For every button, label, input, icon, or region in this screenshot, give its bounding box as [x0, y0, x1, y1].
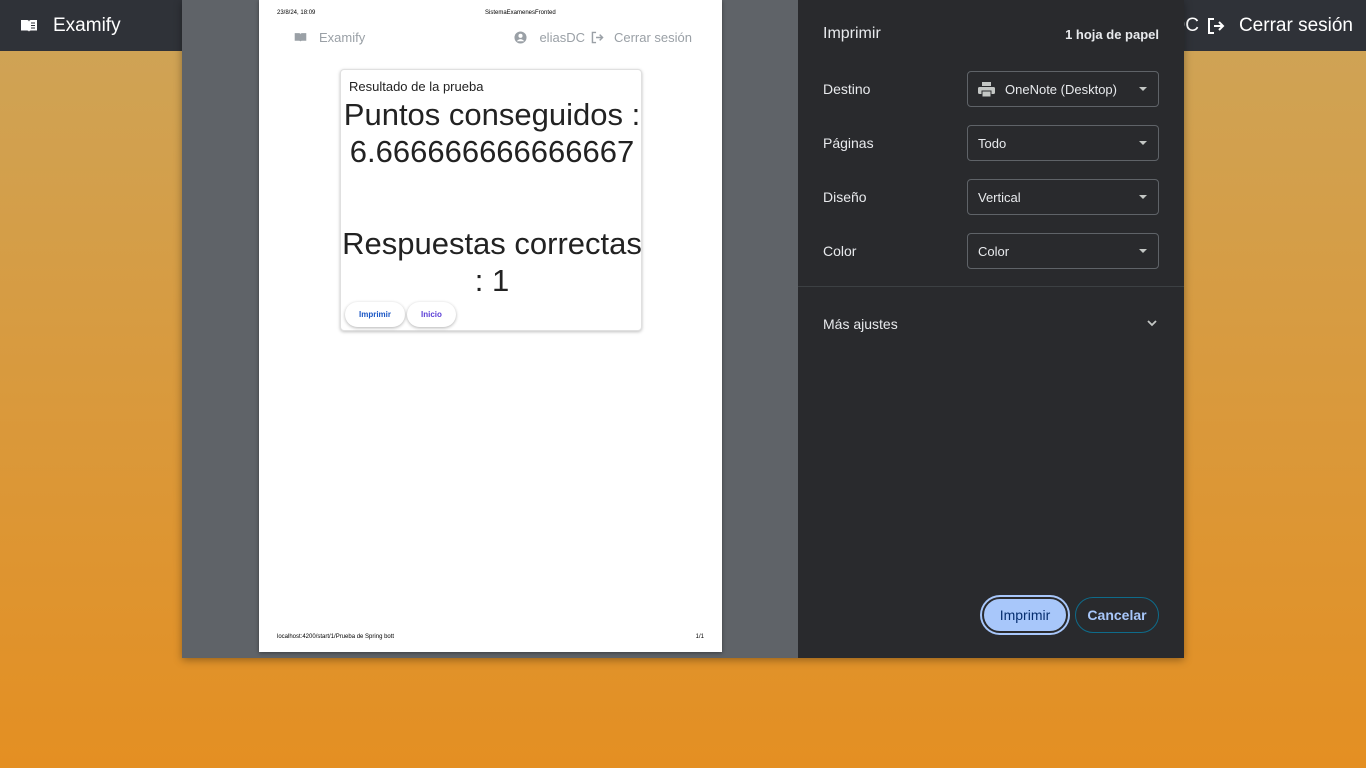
preview-footer-url: localhost:4200/start/1/Prueba de Spring … [277, 634, 395, 640]
logout-icon [591, 31, 604, 44]
color-value: Color [978, 243, 1010, 259]
sheet-count: 1 hoja de papel [1065, 27, 1159, 42]
result-card-title: Resultado de la prueba [349, 79, 484, 94]
layout-value: Vertical [978, 189, 1021, 205]
result-card-actions: Imprimir Inicio [345, 302, 456, 327]
cancel-button[interactable]: Cancelar [1075, 597, 1159, 633]
preview-header-date: 23/8/24, 18:09 [277, 10, 316, 16]
dropdown-caret-icon [1139, 249, 1147, 253]
color-label: Color [823, 243, 857, 259]
print-preview-page: 23/8/24, 18:09 SistemaExamenesFronted Ex… [259, 0, 722, 652]
points-text: Puntos conseguidos : 6.666666666666667 [341, 96, 643, 170]
print-dialog: 23/8/24, 18:09 SistemaExamenesFronted Ex… [182, 0, 1184, 658]
preview-user-area: eliasDC Cerrar sesión [514, 30, 692, 45]
more-settings-toggle[interactable]: Más ajustes [823, 312, 1159, 336]
dropdown-caret-icon [1139, 195, 1147, 199]
print-button[interactable]: Imprimir [982, 597, 1068, 633]
more-settings-label: Más ajustes [823, 316, 898, 332]
preview-print-button: Imprimir [345, 302, 406, 327]
print-settings-title: Imprimir [823, 25, 881, 42]
chevron-down-icon [1147, 320, 1157, 327]
destination-row: Destino OneNote (Desktop) [823, 71, 1159, 107]
book-icon [294, 33, 307, 42]
account-circle-icon [514, 31, 527, 44]
logout-icon[interactable] [1207, 17, 1225, 35]
app-brand-label: Examify [53, 14, 121, 36]
settings-divider [798, 286, 1184, 287]
points-value: 6.666666666666667 [349, 134, 635, 169]
correct-answers-text: Respuestas correctas : 1 [342, 226, 642, 298]
preview-footer-page-number: 1/1 [695, 634, 704, 640]
book-icon [21, 19, 37, 32]
destination-select[interactable]: OneNote (Desktop) [967, 71, 1159, 107]
pages-row: Páginas Todo [823, 125, 1159, 161]
destination-label: Destino [823, 81, 871, 97]
preview-home-button: Inicio [407, 302, 456, 327]
dropdown-caret-icon [1139, 87, 1147, 91]
print-settings-panel: Imprimir 1 hoja de papel Destino OneNote… [798, 0, 1184, 658]
color-select[interactable]: Color [967, 233, 1159, 269]
layout-row: Diseño Vertical [823, 179, 1159, 215]
layout-select[interactable]: Vertical [967, 179, 1159, 215]
points-label: Puntos conseguidos : [343, 97, 641, 132]
color-row: Color Color [823, 233, 1159, 269]
destination-value: OneNote (Desktop) [1005, 81, 1117, 97]
result-card: Resultado de la prueba Puntos conseguido… [340, 69, 642, 331]
pages-value: Todo [978, 135, 1007, 151]
app-user-area: DC Cerrar sesión [1172, 0, 1354, 51]
preview-nav: Examify eliasDC Cerrar sesión [294, 30, 692, 48]
preview-brand: Examify [294, 30, 365, 45]
printer-icon [978, 81, 995, 97]
preview-username: eliasDC [539, 30, 585, 45]
app-logout-link[interactable]: Cerrar sesión [1239, 15, 1353, 37]
preview-logout: Cerrar sesión [613, 30, 692, 45]
app-brand[interactable]: Examify [20, 0, 121, 51]
dropdown-caret-icon [1139, 141, 1147, 145]
preview-brand-label: Examify [319, 30, 366, 45]
layout-label: Diseño [823, 189, 867, 205]
pages-label: Páginas [823, 135, 874, 151]
preview-header-title: SistemaExamenesFronted [485, 10, 556, 16]
pages-select[interactable]: Todo [967, 125, 1159, 161]
